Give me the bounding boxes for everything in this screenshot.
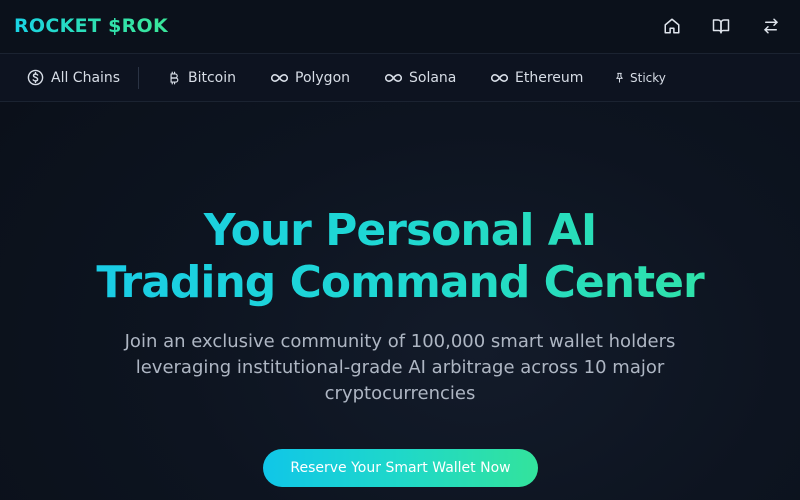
- hero-title: Your Personal AI Trading Command Center: [0, 205, 800, 309]
- hero-title-line1: Your Personal AI: [203, 205, 597, 256]
- chain-label: Ethereum: [515, 69, 584, 86]
- chain-label: Polygon: [295, 69, 351, 86]
- chain-filter-bar: All Chains Bitcoin Polygon Solana Ethere…: [0, 54, 800, 102]
- dollar-circle-icon: [27, 69, 44, 86]
- chain-label: Bitcoin: [188, 69, 237, 86]
- infinity-icon: [491, 72, 508, 84]
- reserve-wallet-button[interactable]: Reserve Your Smart Wallet Now: [263, 449, 538, 487]
- infinity-icon: [271, 72, 288, 84]
- brand-logo[interactable]: ROCKET $ROK: [14, 15, 168, 37]
- chain-tab-ethereum[interactable]: Ethereum: [491, 54, 583, 101]
- chain-tab-all[interactable]: All Chains: [27, 54, 120, 101]
- infinity-icon: [385, 72, 402, 84]
- nav-divider: [138, 67, 139, 89]
- chain-label: Sticky: [630, 70, 666, 85]
- hero-subtitle: Join an exclusive community of 100,000 s…: [124, 331, 676, 404]
- bitcoin-icon: [167, 70, 181, 86]
- chain-tab-bitcoin[interactable]: Bitcoin: [167, 54, 236, 101]
- page: ROCKET $ROK All Chains Bitcoin Polygon S…: [0, 0, 800, 500]
- chain-tab-sticky[interactable]: Sticky: [614, 54, 666, 101]
- home-icon[interactable]: [662, 16, 682, 36]
- chain-tab-polygon[interactable]: Polygon: [271, 54, 350, 101]
- chain-label: All Chains: [51, 69, 121, 86]
- chain-label: Solana: [409, 69, 457, 86]
- top-header: ROCKET $ROK: [0, 0, 800, 54]
- swap-arrows-icon[interactable]: [761, 16, 781, 36]
- book-open-icon[interactable]: [711, 16, 731, 36]
- chain-tab-solana[interactable]: Solana: [385, 54, 456, 101]
- hero-title-line2: Trading Command Center: [96, 257, 704, 308]
- pin-icon: [614, 71, 625, 84]
